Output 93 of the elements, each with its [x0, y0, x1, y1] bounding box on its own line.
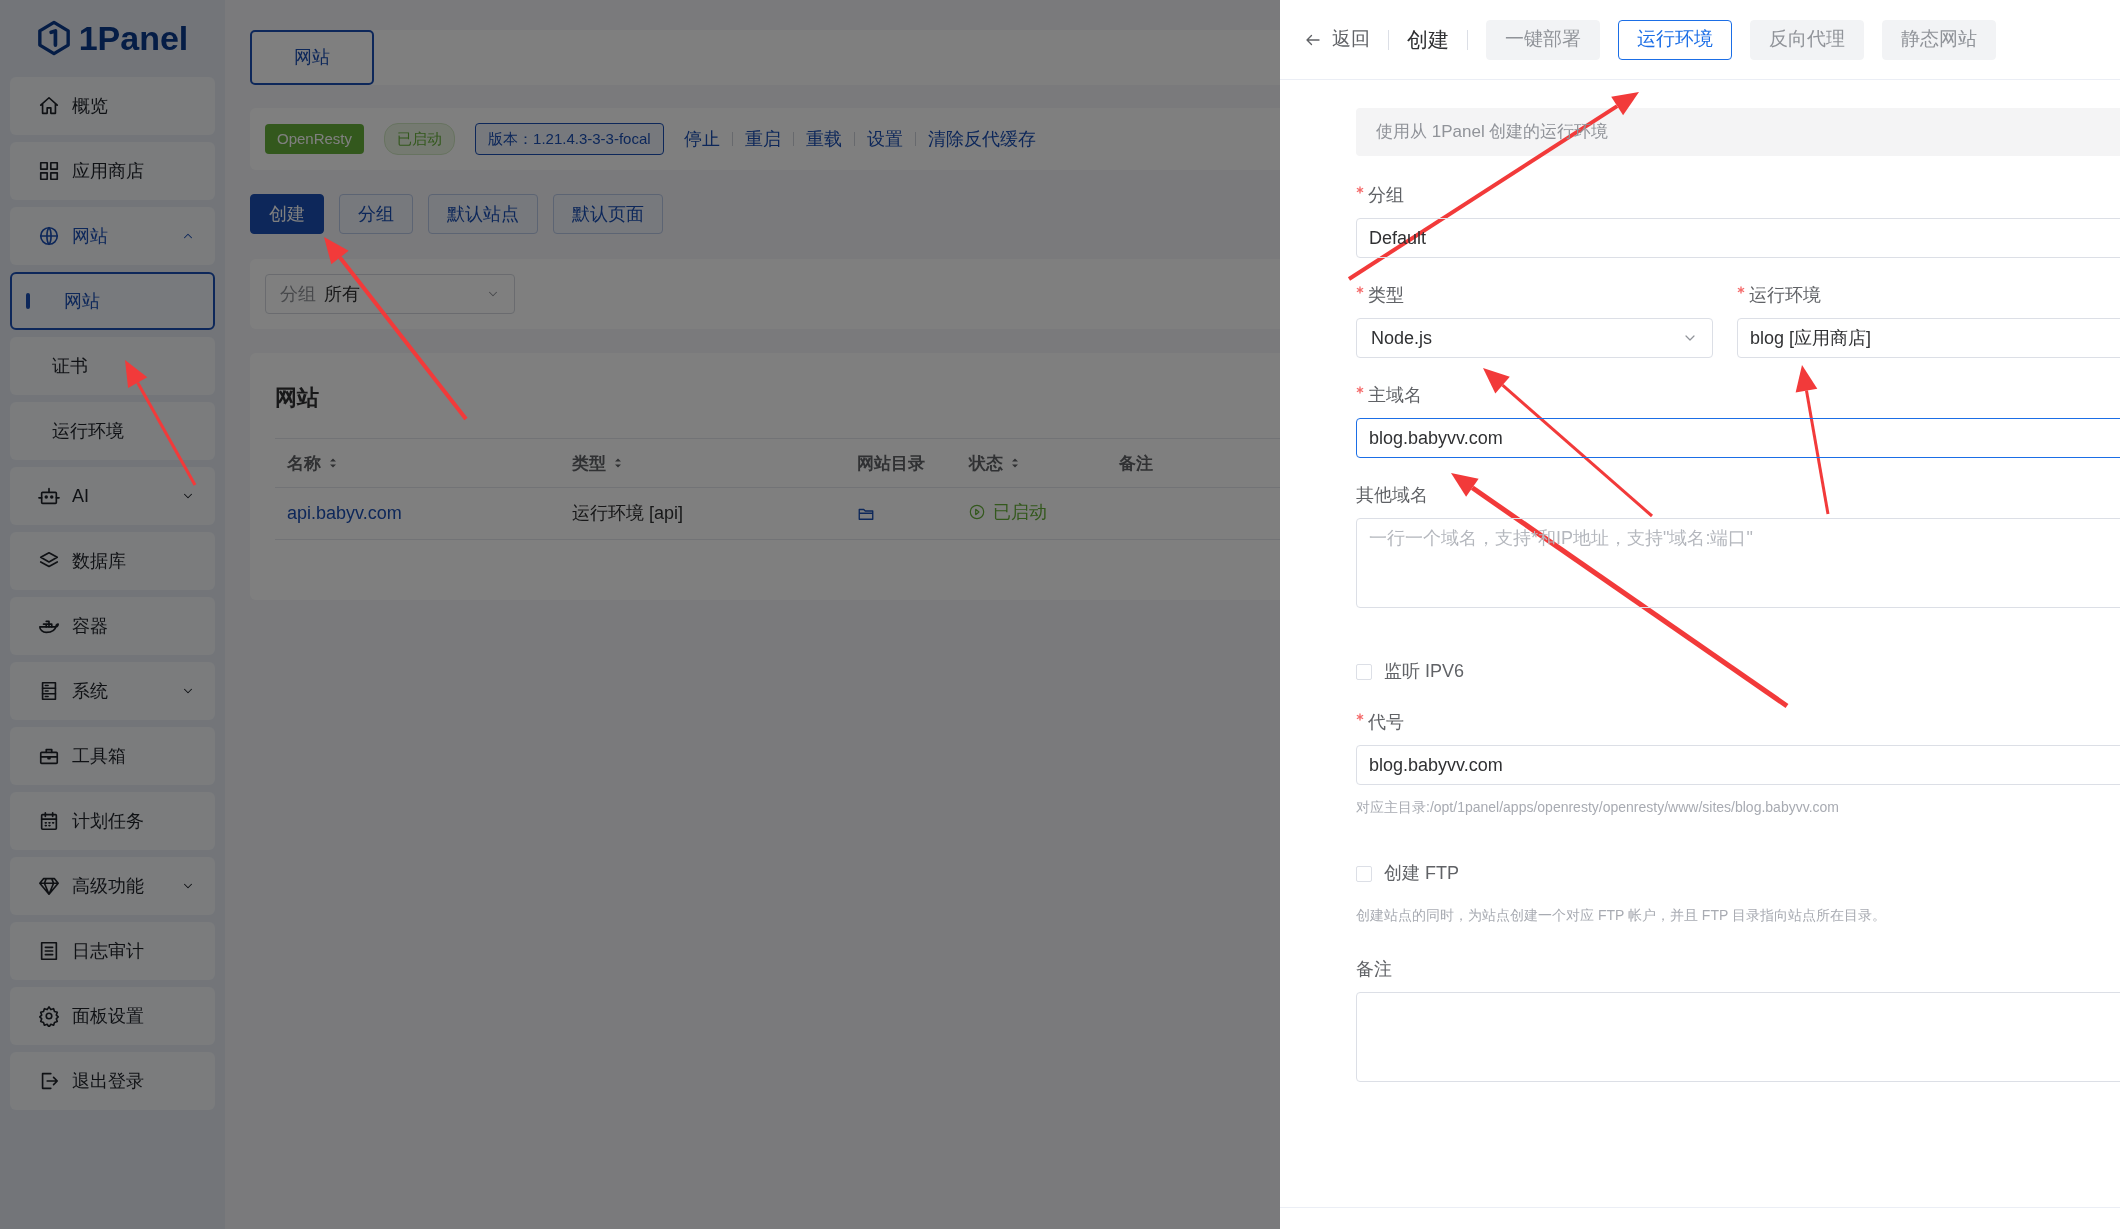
- column-header[interactable]: 状态: [969, 450, 1021, 476]
- field-label: 代号: [1368, 711, 1404, 734]
- logo-text: 1Panel: [78, 17, 189, 59]
- diamond-icon: [38, 875, 60, 897]
- toolbar-button[interactable]: 默认页面: [553, 194, 663, 234]
- sidebar-item-label: 容器: [72, 614, 108, 638]
- type-tab[interactable]: 一键部署: [1486, 19, 1600, 60]
- action-link[interactable]: 停止: [683, 125, 720, 153]
- sidebar-item[interactable]: 计划任务: [10, 792, 215, 850]
- sidebar-subitem[interactable]: 运行环境: [10, 402, 215, 460]
- sidebar-subitem[interactable]: 网站: [10, 272, 215, 330]
- sidebar-item[interactable]: 日志审计: [10, 922, 215, 980]
- toolbar-button[interactable]: 创建: [250, 194, 324, 234]
- action-link[interactable]: 重启: [744, 125, 781, 153]
- select-value: Node.js: [1371, 326, 1433, 350]
- checkbox[interactable]: [1356, 865, 1372, 882]
- input-field[interactable]: blog.babyvv.com: [1356, 745, 2120, 785]
- sidebar-item[interactable]: 工具箱: [10, 727, 215, 785]
- list-icon: [38, 940, 60, 962]
- checkbox-label: 监听 IPV6: [1384, 660, 1465, 683]
- sidebar-item[interactable]: 高级功能: [10, 857, 215, 915]
- card-title: 网站: [275, 384, 319, 412]
- sidebar-item[interactable]: AI: [10, 467, 215, 525]
- sidebar-item-label: 工具箱: [72, 744, 126, 768]
- select-field[interactable]: Node.js: [1356, 318, 1713, 358]
- input-field[interactable]: blog.babyvv.com: [1356, 418, 2120, 458]
- type-tab[interactable]: 静态网站: [1882, 19, 1996, 60]
- field-label: 其他域名: [1356, 484, 1428, 507]
- sidebar-item[interactable]: 退出登录: [10, 1052, 215, 1110]
- sidebar-item-label: 系统: [72, 679, 108, 703]
- select-value: 所有: [324, 282, 360, 306]
- sidebar-item-label: 计划任务: [72, 809, 144, 833]
- type-tab[interactable]: 运行环境: [1618, 19, 1732, 60]
- sidebar-subitem-label: 证书: [52, 354, 88, 378]
- type-tab[interactable]: 反向代理: [1750, 19, 1864, 60]
- page-tab[interactable]: 网站: [250, 30, 374, 85]
- sidebar-item-label: 面板设置: [72, 1004, 144, 1028]
- sidebar-item[interactable]: 面板设置: [10, 987, 215, 1045]
- input-field[interactable]: blog [应用商店]: [1737, 318, 2120, 358]
- status-text: 已启动: [993, 500, 1047, 524]
- column-header: 网站目录: [857, 452, 925, 475]
- version-tag: 版本：1.21.4.3-3-3-focal: [475, 122, 664, 156]
- toolbar-button[interactable]: 分组: [339, 194, 413, 234]
- field-label: 运行环境: [1749, 284, 1821, 307]
- action-link[interactable]: 设置: [866, 125, 903, 153]
- column-header[interactable]: 类型: [572, 450, 624, 476]
- robot-icon: [38, 485, 60, 507]
- action-link[interactable]: 重载: [805, 125, 842, 153]
- field-label: 主域名: [1368, 384, 1422, 407]
- textarea-field[interactable]: [1356, 992, 2120, 1082]
- column-header[interactable]: 名称: [287, 450, 339, 476]
- logo-icon: [36, 19, 71, 57]
- field-label: 分组: [1368, 184, 1404, 207]
- sidebar-subitem[interactable]: 证书: [10, 337, 215, 395]
- play-circle-icon: [969, 504, 985, 521]
- sidebar-item-label: AI: [72, 484, 89, 508]
- calendar-icon: [38, 810, 60, 832]
- grid-icon: [38, 160, 60, 182]
- app-tag: OpenResty: [265, 123, 365, 155]
- sidebar-item[interactable]: 网站: [10, 207, 215, 265]
- sidebar-subitem-label: 运行环境: [52, 419, 124, 443]
- action-link[interactable]: 清除反代缓存: [927, 125, 1036, 153]
- sidebar-item[interactable]: 应用商店: [10, 142, 215, 200]
- home-icon: [38, 95, 60, 117]
- active-indicator: [26, 293, 30, 309]
- sidebar-item[interactable]: 概览: [10, 77, 215, 135]
- sidebar-item-label: 数据库: [72, 549, 126, 573]
- sidebar-item-label: 退出登录: [72, 1069, 144, 1093]
- gear-icon: [38, 1005, 60, 1027]
- site-link[interactable]: api.babyv.com: [287, 503, 402, 523]
- help-text: 对应主目录:/opt/1panel/apps/openresty/openresty/www/sites/blog.babyvv.com: [1356, 798, 1840, 817]
- status-tag: 已启动: [384, 122, 456, 156]
- column-header: 备注: [1119, 452, 1153, 475]
- help-text: 创建站点的同时，为站点创建一个对应 FTP 帐户，并且 FTP 目录指向站点所在目录。: [1356, 906, 1887, 925]
- sidebar-item[interactable]: 系统: [10, 662, 215, 720]
- sidebar-item-label: 高级功能: [72, 874, 144, 898]
- checkbox-label: 创建 FTP: [1384, 862, 1459, 885]
- drawer-title: 创建: [1407, 26, 1449, 53]
- back-button[interactable]: 返回: [1304, 25, 1370, 54]
- sidebar-item-label: 概览: [72, 94, 108, 118]
- table-cell: 运行环境 [api]: [572, 503, 684, 523]
- toolbar-button[interactable]: 默认站点: [428, 194, 538, 234]
- sidebar-item-label: 日志审计: [72, 939, 144, 963]
- field-label: 备注: [1356, 958, 1392, 981]
- sidebar-item[interactable]: 容器: [10, 597, 215, 655]
- field-label: 类型: [1368, 284, 1404, 307]
- sidebar-item-label: 应用商店: [72, 159, 144, 183]
- sidebar-item[interactable]: 数据库: [10, 532, 215, 590]
- globe-icon: [38, 225, 60, 247]
- sidebar-item-label: 网站: [72, 224, 108, 248]
- checkbox[interactable]: [1356, 663, 1372, 680]
- sidebar-subitem-label: 网站: [64, 289, 100, 313]
- textarea-field[interactable]: 一行一个域名，支持*和IP地址，支持"域名:端口": [1356, 518, 2120, 608]
